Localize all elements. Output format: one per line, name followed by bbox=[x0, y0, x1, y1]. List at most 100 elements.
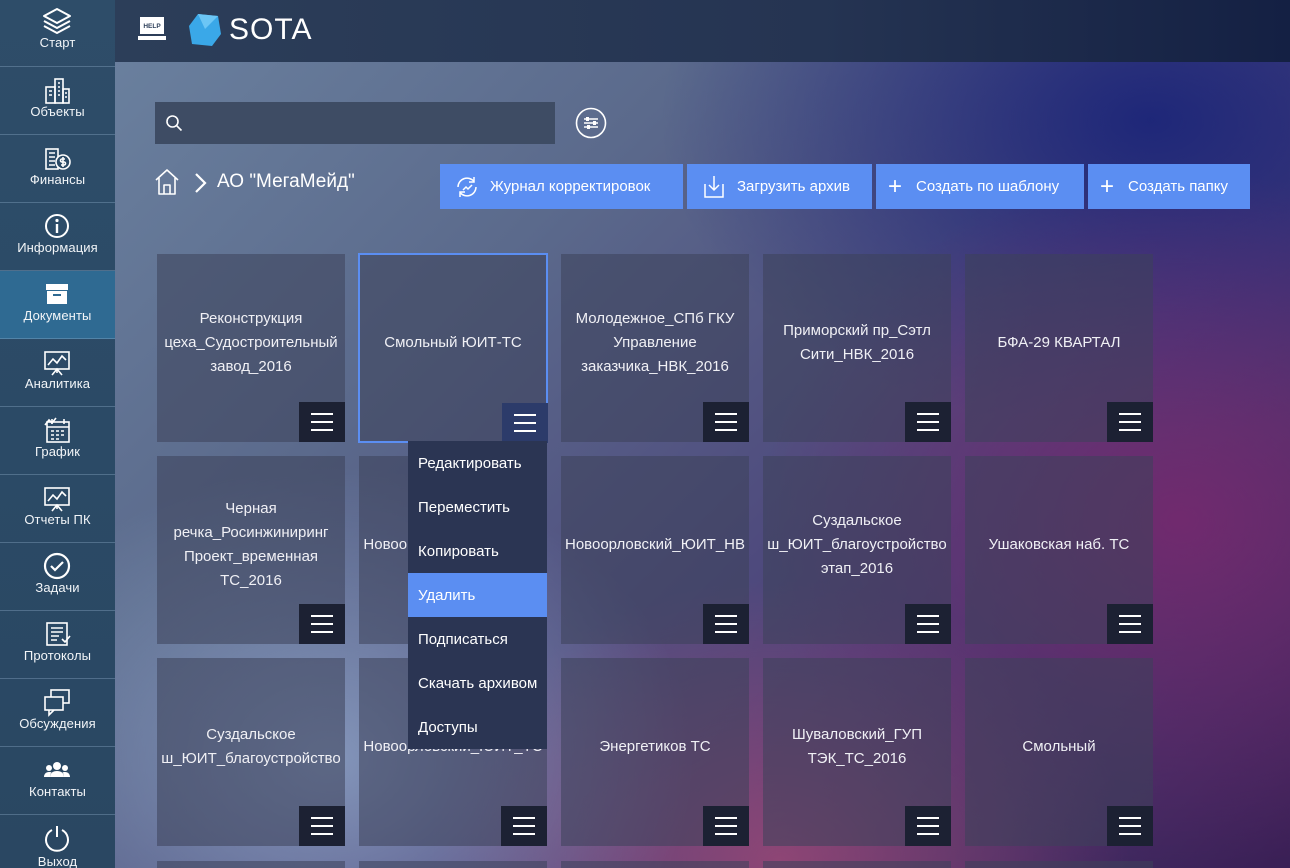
sidebar-item-protocols[interactable]: Протоколы bbox=[0, 611, 115, 679]
folder-tile[interactable]: Энергетиков ТС bbox=[561, 658, 749, 846]
plus-icon: + bbox=[888, 172, 903, 200]
folder-tile[interactable]: Ушаковская наб. ТС bbox=[965, 456, 1153, 644]
home-icon[interactable] bbox=[154, 168, 180, 196]
folder-tile-partial[interactable] bbox=[965, 861, 1153, 868]
folder-tile[interactable]: Суздальское ш_ЮИТ_благоустройство этап_2… bbox=[763, 456, 951, 644]
folder-name: Смольный ЮИТ-ТС bbox=[384, 334, 522, 351]
sidebar-item-start[interactable]: Старт bbox=[0, 0, 115, 67]
chevron-right-icon bbox=[195, 173, 207, 193]
sota-logo-icon bbox=[189, 14, 221, 46]
folder-tile-selected[interactable]: Смольный ЮИТ-ТС bbox=[358, 253, 548, 443]
filter-settings-icon[interactable] bbox=[575, 107, 607, 139]
folder-tile[interactable]: Приморский пр_Сэтл Сити_НВК_2016 bbox=[763, 254, 951, 442]
archive-box-icon bbox=[46, 284, 68, 304]
check-circle-icon bbox=[43, 552, 71, 580]
sidebar: Старт Объекты Финансы Информация Докумен… bbox=[0, 0, 115, 868]
hamburger-menu-icon[interactable] bbox=[905, 604, 951, 644]
sidebar-item-schedule[interactable]: График bbox=[0, 407, 115, 475]
context-menu: Редактировать Переместить Копировать Уда… bbox=[408, 441, 547, 749]
sidebar-item-label: Отчеты ПК bbox=[24, 512, 91, 527]
sidebar-item-label: Обсуждения bbox=[19, 716, 96, 731]
sidebar-item-logout[interactable]: Выход bbox=[0, 815, 115, 868]
sidebar-item-label: Протоколы bbox=[23, 648, 92, 663]
upload-archive-label: Загрузить архив bbox=[737, 178, 851, 195]
menu-item-move[interactable]: Переместить bbox=[408, 485, 547, 529]
folder-tile[interactable]: Молодежное_СПб ГКУ Управление заказчика_… bbox=[561, 254, 749, 442]
folder-name: Реконструкция цеха_Судостроительный заво… bbox=[164, 310, 338, 375]
folder-name: Шуваловский_ГУП ТЭК_ТС_2016 bbox=[791, 726, 923, 767]
folder-name: Суздальское ш_ЮИТ_благоустройство bbox=[161, 726, 341, 767]
menu-item-edit[interactable]: Редактировать bbox=[408, 441, 547, 485]
journal-button[interactable]: Журнал корректировок bbox=[440, 164, 683, 209]
hamburger-menu-icon[interactable] bbox=[905, 806, 951, 846]
sidebar-item-analytics[interactable]: Аналитика bbox=[0, 339, 115, 407]
sidebar-item-info[interactable]: Информация bbox=[0, 203, 115, 271]
sidebar-item-reports[interactable]: Отчеты ПК bbox=[0, 475, 115, 543]
folder-tile[interactable]: Реконструкция цеха_Судостроительный заво… bbox=[157, 254, 345, 442]
top-bar: HELP SOTA bbox=[115, 0, 1290, 62]
sidebar-item-label: График bbox=[34, 444, 80, 459]
sidebar-item-label: Финансы bbox=[29, 172, 86, 187]
create-folder-label: Создать папку bbox=[1128, 178, 1229, 195]
hamburger-menu-icon[interactable] bbox=[502, 403, 548, 443]
folder-tile[interactable]: БФА-29 КВАРТАЛ bbox=[965, 254, 1153, 442]
sidebar-item-discussions[interactable]: Обсуждения bbox=[0, 679, 115, 747]
hamburger-menu-icon[interactable] bbox=[299, 806, 345, 846]
create-from-template-button[interactable]: + Создать по шаблону bbox=[876, 164, 1084, 209]
hamburger-menu-icon[interactable] bbox=[501, 806, 547, 846]
sidebar-item-label: Объекты bbox=[30, 104, 85, 119]
app-logo-text: SOTA bbox=[229, 13, 313, 46]
folder-tile-partial[interactable] bbox=[763, 861, 951, 868]
help-laptop-icon[interactable]: HELP bbox=[137, 14, 167, 44]
sidebar-item-label: Документы bbox=[23, 308, 92, 323]
folder-name: Молодежное_СПб ГКУ Управление заказчика_… bbox=[575, 310, 735, 375]
layers-icon bbox=[43, 8, 71, 34]
sidebar-item-label: Контакты bbox=[29, 784, 86, 799]
sidebar-item-objects[interactable]: Объекты bbox=[0, 67, 115, 135]
upload-archive-button[interactable]: Загрузить архив bbox=[687, 164, 872, 209]
create-folder-button[interactable]: + Создать папку bbox=[1088, 164, 1250, 209]
folder-tile-partial[interactable] bbox=[561, 861, 749, 868]
menu-item-access[interactable]: Доступы bbox=[408, 705, 547, 749]
protocol-list-icon bbox=[46, 622, 71, 646]
sidebar-item-tasks[interactable]: Задачи bbox=[0, 543, 115, 611]
download-tray-icon bbox=[704, 175, 724, 198]
hamburger-menu-icon[interactable] bbox=[905, 402, 951, 442]
hamburger-menu-icon[interactable] bbox=[703, 402, 749, 442]
sidebar-item-label: Информация bbox=[17, 240, 98, 255]
menu-item-copy[interactable]: Копировать bbox=[408, 529, 547, 573]
folder-name: Приморский пр_Сэтл Сити_НВК_2016 bbox=[783, 322, 931, 363]
folder-name: Энергетиков ТС bbox=[599, 738, 711, 755]
finance-icon bbox=[45, 148, 71, 170]
folder-tile-partial[interactable] bbox=[359, 861, 547, 868]
folder-name: Черная речка_Росинжиниринг Проект_времен… bbox=[173, 500, 329, 589]
hamburger-menu-icon[interactable] bbox=[703, 806, 749, 846]
search-input[interactable] bbox=[191, 102, 551, 144]
sidebar-item-finance[interactable]: Финансы bbox=[0, 135, 115, 203]
search-icon bbox=[166, 115, 183, 132]
breadcrumb-current[interactable]: АО "МегаМейд" bbox=[217, 171, 355, 193]
folder-name: Ушаковская наб. ТС bbox=[988, 536, 1130, 553]
hamburger-menu-icon[interactable] bbox=[1107, 604, 1153, 644]
folder-name: Новоорловский_ЮИТ_НВ bbox=[565, 536, 745, 553]
folder-tile[interactable]: Смольный bbox=[965, 658, 1153, 846]
sidebar-item-documents[interactable]: Документы bbox=[0, 271, 115, 339]
hamburger-menu-icon[interactable] bbox=[299, 402, 345, 442]
folder-tile-partial[interactable] bbox=[157, 861, 345, 868]
sidebar-item-label: Старт bbox=[39, 35, 76, 50]
folder-tile[interactable]: Черная речка_Росинжиниринг Проект_времен… bbox=[157, 456, 345, 644]
menu-item-delete[interactable]: Удалить bbox=[408, 573, 547, 617]
folder-tile[interactable]: Новоорловский_ЮИТ_НВ bbox=[561, 456, 749, 644]
help-label: HELP bbox=[143, 23, 161, 30]
hamburger-menu-icon[interactable] bbox=[1107, 806, 1153, 846]
folder-tile[interactable]: Суздальское ш_ЮИТ_благоустройство bbox=[157, 658, 345, 846]
hamburger-menu-icon[interactable] bbox=[299, 604, 345, 644]
folder-name: Суздальское ш_ЮИТ_благоустройство этап_2… bbox=[767, 512, 947, 577]
folder-tile[interactable]: Шуваловский_ГУП ТЭК_ТС_2016 bbox=[763, 658, 951, 846]
menu-item-subscribe[interactable]: Подписаться bbox=[408, 617, 547, 661]
hamburger-menu-icon[interactable] bbox=[1107, 402, 1153, 442]
hamburger-menu-icon[interactable] bbox=[703, 604, 749, 644]
menu-item-download-archive[interactable]: Скачать архивом bbox=[408, 661, 547, 705]
sidebar-item-contacts[interactable]: Контакты bbox=[0, 747, 115, 815]
search-bar bbox=[155, 102, 555, 144]
